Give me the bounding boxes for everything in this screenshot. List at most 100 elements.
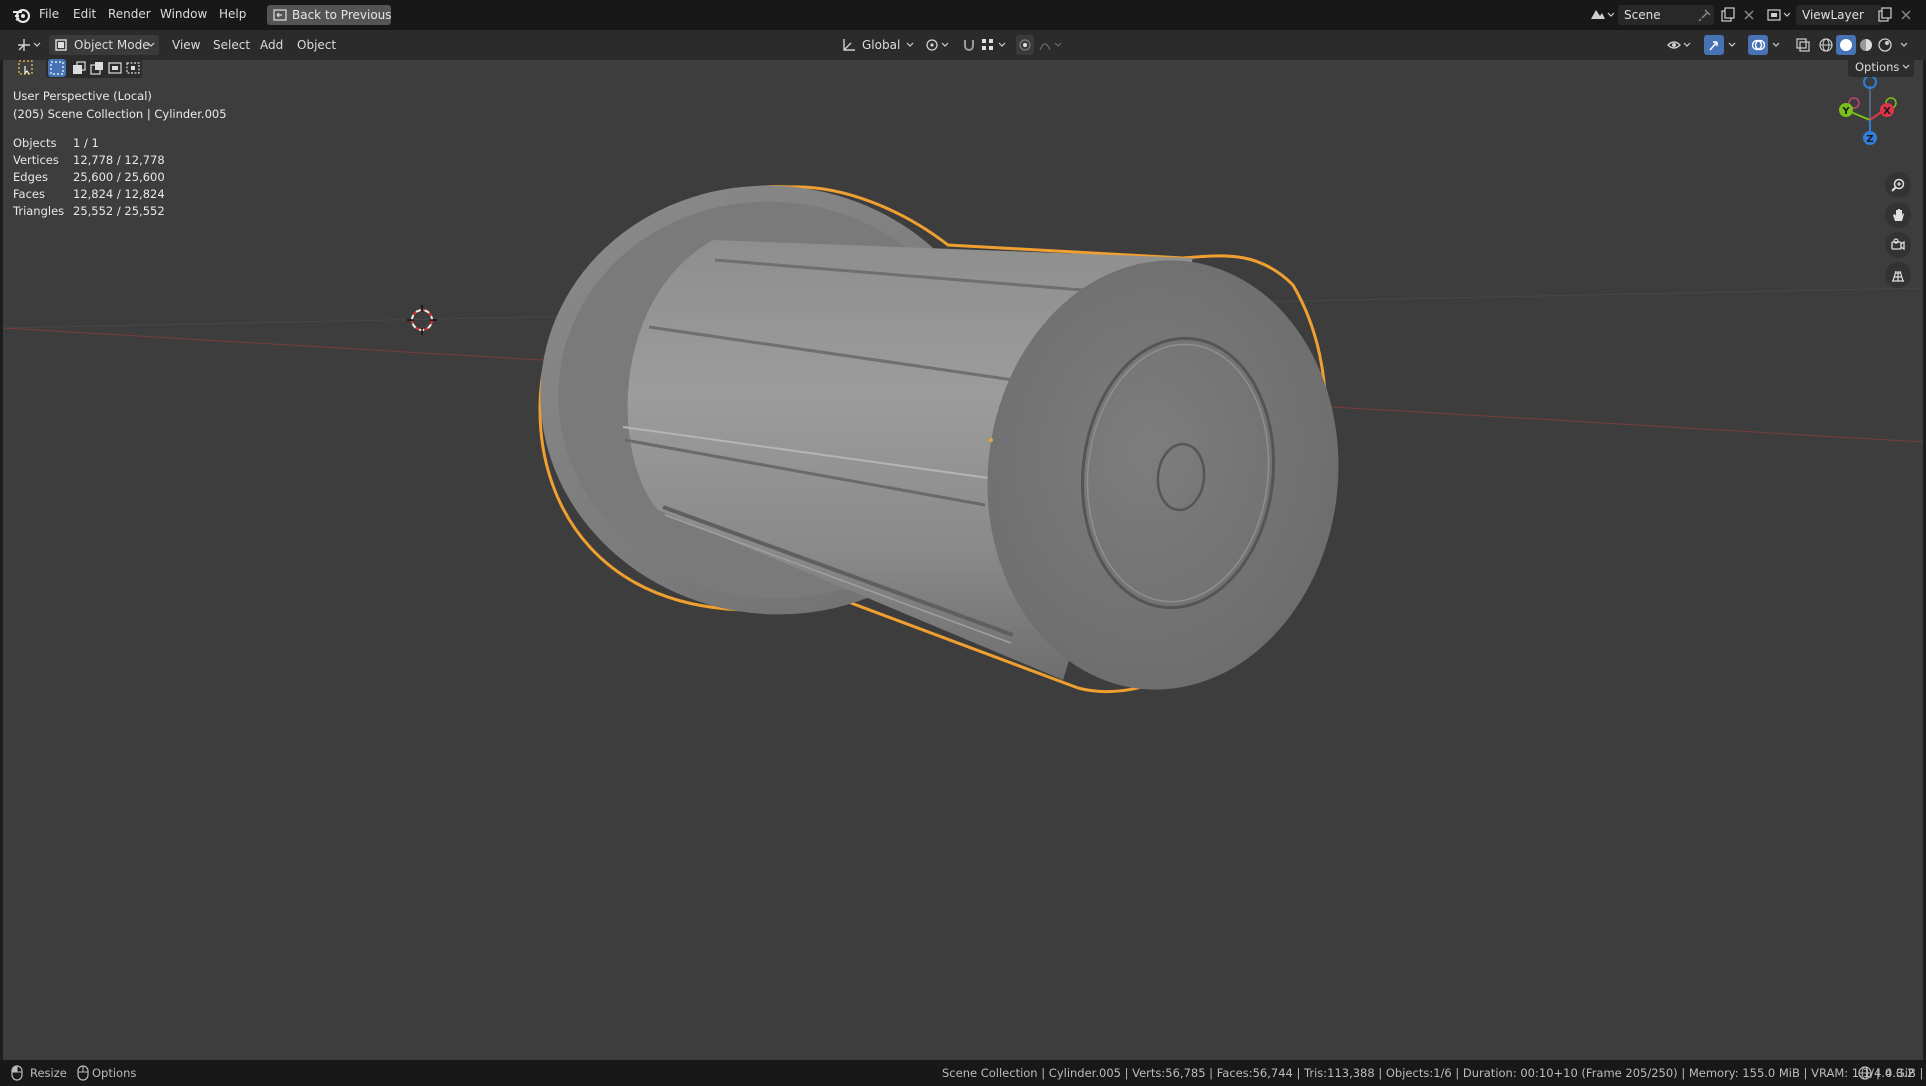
pan-icon (1893, 209, 1904, 221)
stat-value: 25,600 / 25,600 (73, 170, 165, 184)
navigation-gizmo[interactable]: Y X Z (1825, 76, 1915, 166)
selection-mode-group[interactable] (46, 58, 142, 78)
menu-edit[interactable]: Edit (73, 7, 96, 23)
back-to-previous-button[interactable]: Back to Previous (267, 5, 392, 25)
top-menu-bar: File Edit Render Window Help Back to Pre… (0, 0, 1926, 30)
select-box-icon (18, 60, 33, 75)
status-version: 4.3.2 (1885, 1066, 1915, 1080)
globe-icon[interactable] (1857, 1065, 1873, 1081)
cylinder-object[interactable] (512, 156, 1359, 707)
stat-key: Objects (13, 136, 57, 150)
menu-file[interactable]: File (39, 7, 59, 23)
falloff-icon[interactable] (1038, 37, 1066, 53)
chevron-down-icon[interactable] (1900, 41, 1908, 49)
stat-key: Triangles (13, 204, 65, 218)
stat-key: Faces (13, 187, 45, 201)
close-icon[interactable] (1899, 8, 1913, 22)
stat-row-triangles: Triangles 25,552 / 25,552 (13, 204, 165, 218)
snap-icon[interactable] (961, 37, 977, 53)
menu-help[interactable]: Help (219, 7, 246, 23)
orientation-label: Global (862, 38, 901, 52)
stat-value: 25,552 / 25,552 (73, 204, 165, 218)
select-new-button[interactable] (48, 59, 66, 77)
ortho-toggle-button[interactable] (1885, 262, 1911, 288)
scene-icon[interactable] (1588, 7, 1616, 23)
view-layer-name: ViewLayer (1802, 8, 1864, 22)
stat-row-vertices: Vertices 12,778 / 12,778 (13, 153, 165, 167)
visibility-icon[interactable] (1666, 37, 1694, 53)
mouse-left-icon (11, 1065, 23, 1081)
menu-view-label: View (172, 38, 201, 52)
status-resize-label: Resize (30, 1066, 67, 1080)
gizmo-toggle[interactable] (1704, 35, 1724, 55)
menu-object-label: Object (297, 38, 337, 52)
viewport-perspective-label: User Perspective (Local) (13, 89, 152, 103)
tool-selector[interactable] (16, 58, 38, 78)
stat-row-edges: Edges 25,600 / 25,600 (13, 170, 165, 184)
viewport-header: Object Mode View Select Add Object Globa… (0, 30, 1926, 60)
orientation-dropdown[interactable]: Global (862, 35, 917, 55)
shading-solid-icon (1840, 39, 1852, 51)
select-extend-icon[interactable] (70, 59, 88, 77)
stat-value: 1 / 1 (73, 136, 99, 150)
new-icon[interactable] (1720, 7, 1736, 23)
3d-cursor-icon[interactable] (407, 305, 437, 335)
new-icon[interactable] (1877, 7, 1893, 23)
options-label: Options (1855, 60, 1900, 74)
viewport-scene[interactable] (3, 60, 1923, 1060)
select-subtract-icon[interactable] (88, 59, 106, 77)
stat-value: 12,824 / 12,824 (73, 187, 165, 201)
menu-select-label: Select (213, 38, 251, 52)
xray-icon[interactable] (1795, 37, 1811, 53)
overlay-toggle[interactable] (1748, 35, 1768, 55)
chevron-down-icon (147, 42, 155, 47)
back-icon (273, 9, 287, 21)
orientation-icon[interactable] (841, 37, 857, 53)
zoom-icon (1891, 178, 1905, 192)
stat-row-objects: Objects 1 / 1 (13, 136, 99, 150)
shading-wireframe-icon[interactable] (1818, 37, 1834, 53)
view-layer-icon[interactable] (1766, 7, 1794, 23)
menu-window[interactable]: Window (160, 7, 207, 23)
select-new-icon (50, 61, 64, 75)
object-mode-dropdown[interactable]: Object Mode (49, 35, 159, 55)
shading-solid-button[interactable] (1836, 35, 1856, 55)
menu-add-label: Add (260, 38, 284, 52)
select-intersect-icon[interactable] (124, 59, 142, 77)
pivot-icon[interactable] (925, 37, 953, 53)
view-layer-field[interactable]: ViewLayer (1796, 5, 1882, 25)
gizmo-y-label: Y (1841, 106, 1850, 117)
status-bar: Resize Options Scene Collection | Cylind… (0, 1060, 1926, 1086)
close-icon[interactable] (1742, 8, 1756, 22)
stat-row-faces: Faces 12,824 / 12,824 (13, 187, 165, 201)
ortho-grid-icon (1892, 270, 1904, 282)
blender-logo-icon[interactable] (12, 6, 32, 24)
editor-type-icon[interactable] (16, 37, 44, 53)
status-divider: | (1876, 1066, 1880, 1080)
snap-target-icon[interactable] (980, 37, 1010, 53)
select-invert-icon[interactable] (106, 59, 124, 77)
stat-value: 12,778 / 12,778 (73, 153, 165, 167)
chevron-down-icon[interactable] (1772, 41, 1780, 49)
pan-button[interactable] (1885, 202, 1911, 228)
viewport-options-dropdown[interactable]: Options (1848, 57, 1914, 77)
proportional-edit-toggle[interactable] (1016, 35, 1034, 55)
viewport-collection-label: (205) Scene Collection | Cylinder.005 (13, 107, 227, 121)
menu-render[interactable]: Render (108, 7, 151, 23)
chevron-down-icon (1902, 64, 1910, 69)
mouse-right-icon (77, 1065, 89, 1081)
gizmo-z-label: Z (1866, 134, 1873, 145)
pin-icon[interactable] (1698, 8, 1712, 22)
chevron-down-icon[interactable] (1728, 41, 1736, 49)
shading-material-icon[interactable] (1858, 37, 1874, 53)
3d-viewport[interactable]: Y X Z (3, 60, 1923, 1060)
shading-rendered-icon[interactable] (1877, 37, 1893, 53)
scene-field[interactable]: Scene (1618, 5, 1714, 25)
back-to-previous-label: Back to Previous (292, 8, 392, 22)
stat-key: Vertices (13, 153, 59, 167)
object-mode-icon (55, 39, 67, 51)
camera-view-button[interactable] (1885, 232, 1911, 258)
overlay-icon (1751, 39, 1765, 51)
chevron-down-icon (906, 42, 914, 47)
zoom-button[interactable] (1885, 172, 1911, 198)
